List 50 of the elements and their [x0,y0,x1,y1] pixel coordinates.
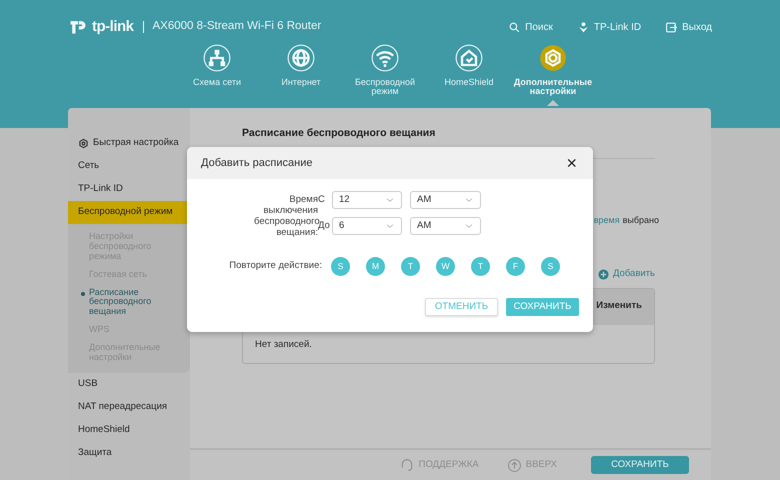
search-icon [508,20,522,34]
column-header: Изменить [596,299,642,314]
sidebar-item[interactable]: TP-Link ID [68,178,190,201]
nav-tab[interactable]: Беспроводной режим [343,44,427,106]
logo-text: tp-link [92,16,134,37]
nav-tab[interactable]: Схема сети [175,44,259,106]
person-icon [576,20,590,34]
add-button[interactable]: Добавить [598,267,655,282]
save-button[interactable]: СОХРАНИТЬ [506,298,579,316]
gear-icon [78,138,89,149]
day-toggle[interactable]: W [436,256,455,276]
network-icon [203,44,231,72]
sidebar-item[interactable]: USB [68,372,190,396]
sidebar-item[interactable]: NAT переадресация [68,396,190,419]
header-link[interactable]: TP-Link ID [576,20,642,34]
empty-message: Нет записей. [254,338,313,352]
sidebar-item[interactable]: Беспроводной режим [68,201,190,224]
globe-icon [287,44,315,72]
field-label: Время выключения беспроводного вещания: [254,193,318,239]
hour-select[interactable]: 12 [332,191,402,209]
sidebar-item[interactable]: Защита [68,442,190,465]
row-label: С [318,192,326,207]
plus-icon [598,268,609,280]
day-toggle[interactable]: M [366,256,385,276]
time-link[interactable]: время [594,214,620,228]
header-link[interactable]: Выход [665,20,712,34]
period-select[interactable]: AM [410,191,481,209]
sidebar-item[interactable]: Сеть [68,155,190,178]
gear-icon [539,44,567,72]
house-icon [455,44,483,72]
header-link[interactable]: Поиск [508,20,553,34]
field-label: Повторите действие: [228,259,322,274]
nav-tab[interactable]: HomeShield [427,44,511,106]
day-toggle[interactable]: S [541,256,560,276]
save-button[interactable]: СОХРАНИТЬ [591,456,689,474]
hour-select[interactable]: 6 [332,217,402,235]
row-label: До [318,220,331,233]
cancel-button[interactable]: ОТМЕНИТЬ [425,298,498,316]
day-toggle[interactable]: T [401,256,420,276]
day-toggle[interactable]: F [506,256,525,276]
nav-tab[interactable]: Интернет [259,44,343,106]
model-name: AX6000 8-Stream Wi-Fi 6 Router [152,19,322,34]
exit-icon [665,20,678,34]
day-toggle[interactable]: T [471,256,490,276]
sidebar-item[interactable]: Быстрая настройка [68,132,190,155]
period-select[interactable]: AM [410,217,481,235]
day-toggle[interactable]: S [331,256,350,276]
wifi-icon [371,44,399,72]
note-text: выбрано [622,214,659,227]
sidebar-item[interactable]: HomeShield [68,418,190,442]
